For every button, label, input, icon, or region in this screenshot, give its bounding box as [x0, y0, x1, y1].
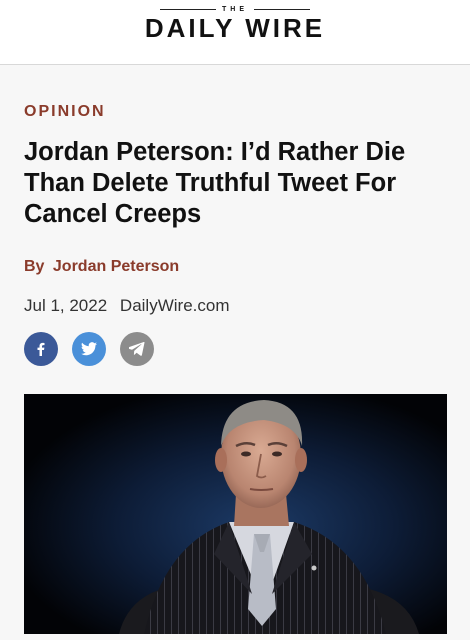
facebook-icon — [37, 342, 45, 356]
byline: By Jordan Peterson — [24, 258, 179, 276]
logo-the-text: THE — [222, 6, 248, 13]
twitter-icon — [81, 342, 97, 356]
section-label[interactable]: OPINION — [24, 103, 106, 121]
source-label: DailyWire.com — [119, 296, 230, 315]
hero-image[interactable] — [24, 394, 447, 634]
article-headline: Jordan Peterson: I’d Rather Die Than Del… — [24, 138, 406, 228]
site-logo[interactable]: THE DAILY WIRE — [0, 6, 470, 42]
telegram-share-button[interactable] — [120, 332, 154, 366]
share-bar — [24, 332, 154, 366]
logo-rule-left — [160, 9, 216, 10]
author-link[interactable]: Jordan Peterson — [53, 258, 179, 275]
site-header: THE DAILY WIRE — [0, 0, 470, 65]
logo-wordmark: DAILY WIRE — [144, 13, 326, 43]
telegram-icon — [129, 342, 145, 356]
byline-prefix: By — [24, 258, 45, 275]
logo-the: THE — [0, 6, 470, 13]
twitter-share-button[interactable] — [72, 332, 106, 366]
facebook-share-button[interactable] — [24, 332, 58, 366]
article-meta: Jul 1, 2022 DailyWire.com — [24, 296, 229, 316]
publish-date: Jul 1, 2022 — [24, 296, 108, 315]
portrait-photo-icon — [24, 394, 447, 634]
logo-rule-right — [254, 9, 310, 10]
